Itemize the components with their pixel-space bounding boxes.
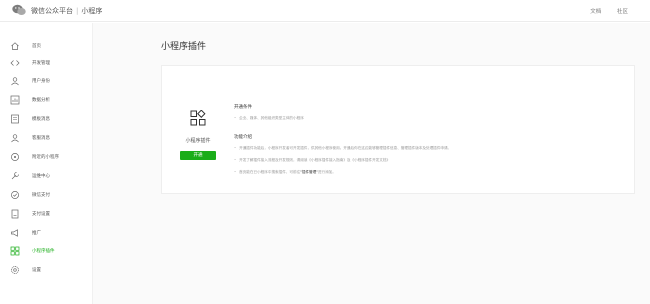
top-links: 文档 社区 — [576, 7, 628, 15]
intro-bullet-text: 开发了解插件接入流程及开发规则，请阅读《小程序插件接入指南》及《小程序插件开发文… — [239, 158, 391, 162]
customer-service-icon — [11, 134, 19, 143]
sidebar-item-dev-management[interactable]: 开发管理 — [0, 56, 93, 70]
wechat-logo-icon — [12, 4, 26, 15]
sidebar-item-label: 支付设置 — [32, 212, 50, 217]
intro-title: 功能介绍 — [234, 135, 252, 140]
plugin-management-link[interactable]: "插件管理" — [300, 170, 318, 174]
sidebar-item-data-analysis[interactable]: 数据分析 — [0, 93, 93, 107]
location-icon — [11, 153, 19, 161]
intro-bullet-text: 开通插件功能后，小程序开发者可开发插件，供其他小程序使用。开通后你在这边能够管理… — [239, 146, 452, 150]
open-plugin-button[interactable]: 开通 — [180, 151, 216, 160]
template-icon — [11, 114, 19, 124]
brand-separator: | — [76, 7, 79, 15]
main-content: 小程序插件 小程序插件 开通 开通条件 企业、媒体、其他组织类型主体的小程序 功… — [93, 23, 650, 304]
intro-bullet: 开发了解插件接入流程及开发规则，请阅读《小程序插件接入指南》及《小程序插件开发文… — [234, 158, 390, 163]
pay-icon — [11, 191, 19, 199]
home-icon — [11, 42, 19, 50]
plugin-name: 小程序插件 — [185, 138, 211, 144]
sidebar-item-label: 小程序插件 — [32, 249, 55, 254]
docs-link[interactable]: 文档 — [590, 9, 601, 15]
settings-icon — [11, 266, 19, 274]
sidebar-item-user-identity[interactable]: 用户身份 — [0, 74, 93, 88]
brand-name: 微信公众平台 — [31, 7, 73, 15]
sidebar-item-label: 微信支付 — [32, 193, 50, 198]
intro-bullet: 首页能在已小程序中搜索插件，可前往"插件管理"进行添加。 — [234, 170, 336, 175]
sidebar-item-template-message[interactable]: 模板消息 — [0, 112, 93, 126]
sidebar-item-label: 用户身份 — [32, 79, 50, 84]
sidebar-item-label: 设置 — [32, 268, 41, 273]
sidebar-item-wechat-pay[interactable]: 微信支付 — [0, 188, 93, 202]
wrench-icon — [11, 172, 19, 180]
sidebar-item-label: 数据分析 — [32, 98, 50, 103]
user-icon — [11, 77, 19, 86]
brand[interactable]: 微信公众平台 | 小程序 — [31, 6, 102, 16]
promotion-icon — [11, 229, 18, 237]
sidebar-item-label: 首页 — [32, 44, 41, 49]
sidebar-item-ops-center[interactable]: 运维中心 — [0, 169, 93, 183]
intro-bullet: 开通插件功能后，小程序开发者可开发插件，供其他小程序使用。开通后你在这边能够管理… — [234, 146, 451, 151]
sidebar-item-label: 模板消息 — [32, 117, 50, 122]
plugin-card: 小程序插件 开通 开通条件 企业、媒体、其他组织类型主体的小程序 功能介绍 开通… — [161, 65, 635, 194]
chart-icon — [10, 95, 20, 105]
sidebar-item-plugins[interactable]: 小程序插件 — [0, 244, 93, 258]
sidebar-item-home[interactable]: 首页 — [0, 39, 93, 53]
sidebar-item-label: 推广 — [32, 231, 41, 236]
sidebar-item-label: 开发管理 — [32, 61, 50, 66]
sidebar-item-label: 附近的小程序 — [32, 155, 59, 160]
pay-settings-icon — [11, 209, 19, 219]
community-link[interactable]: 社区 — [617, 9, 628, 15]
open-scope-text-content: 企业、媒体、其他组织类型主体的小程序 — [239, 116, 304, 120]
intro-bullet-text: 首页能在已小程序中搜索插件，可前往 — [239, 170, 301, 174]
intro-bullet-text-after: 进行添加。 — [317, 170, 336, 174]
sidebar-item-customer-message[interactable]: 客服消息 — [0, 131, 93, 145]
code-icon — [10, 60, 20, 66]
sidebar-item-label: 客服消息 — [32, 136, 50, 141]
brand-section: 小程序 — [81, 7, 103, 15]
sidebar-item-pay-settings[interactable]: 支付设置 — [0, 207, 93, 221]
sidebar-item-settings[interactable]: 设置 — [0, 263, 93, 277]
sidebar-item-label: 运维中心 — [32, 174, 50, 179]
plugin-icon — [190, 110, 206, 126]
sidebar-item-nearby-miniprogram[interactable]: 附近的小程序 — [0, 150, 93, 164]
page-title: 小程序插件 — [161, 42, 207, 52]
sidebar: 首页 开发管理 用户身份 数据分析 模板消息 客服消息 附近的小程序 运维中心 … — [0, 23, 93, 304]
open-scope-title: 开通条件 — [234, 105, 252, 110]
sidebar-item-promotion[interactable]: 推广 — [0, 226, 93, 240]
top-bar: 微信公众平台 | 小程序 文档 社区 — [0, 0, 650, 22]
plugin-icon — [10, 246, 20, 256]
open-scope-text: 企业、媒体、其他组织类型主体的小程序 — [234, 116, 304, 121]
